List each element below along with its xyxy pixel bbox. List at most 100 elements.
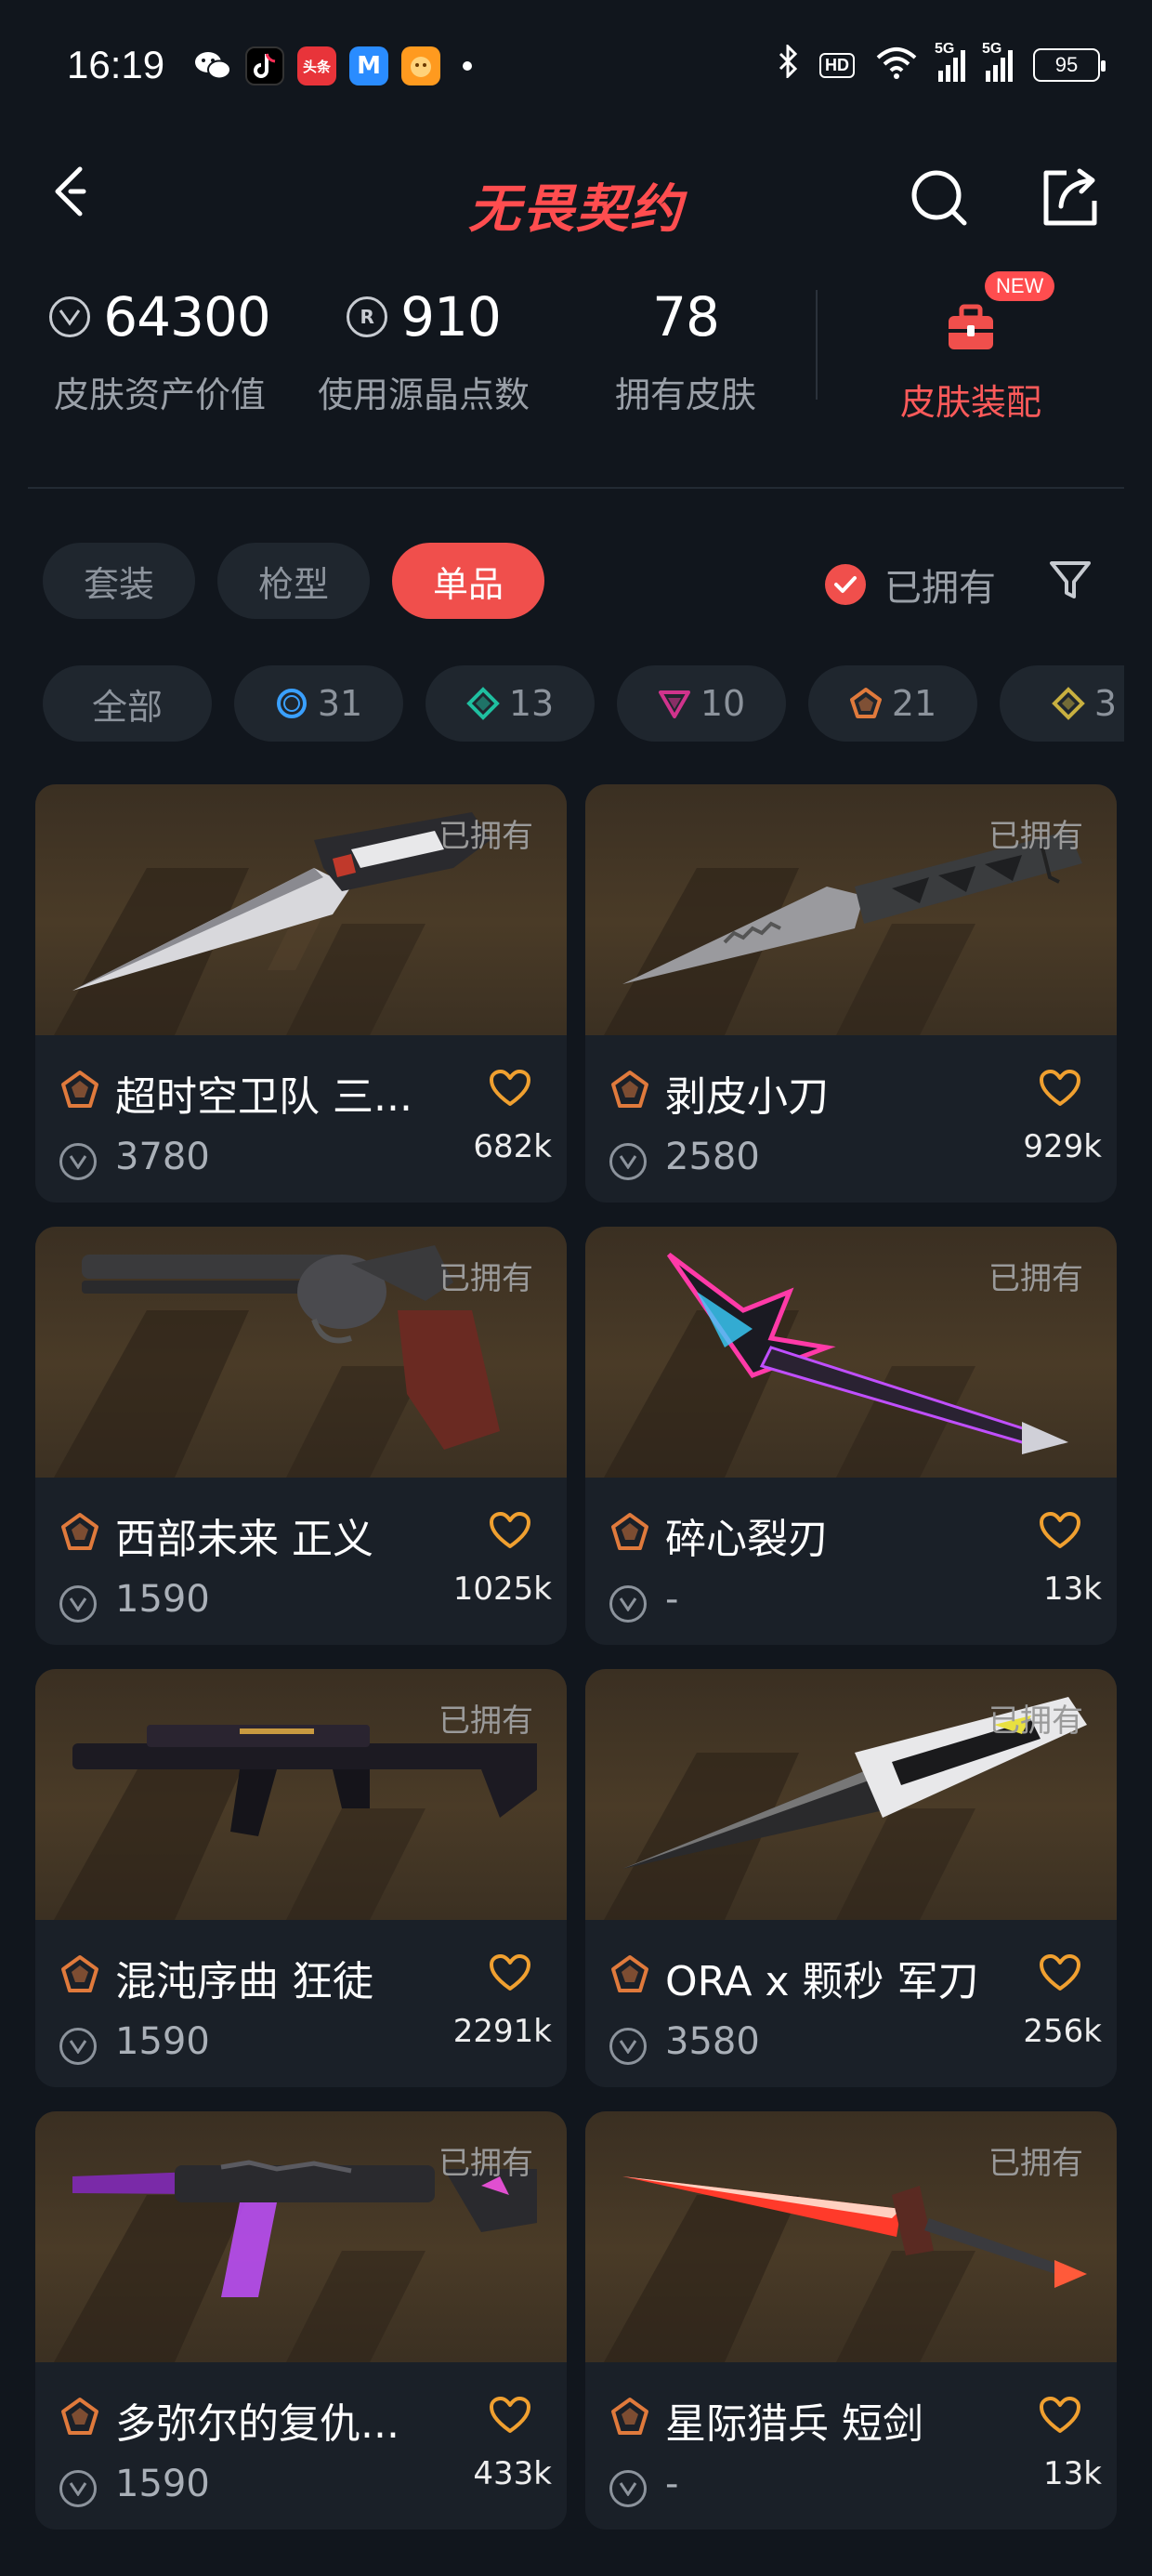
skin-card[interactable]: 已拥有 剥皮小刀 2580 929k (585, 784, 1117, 1203)
orange-app-icon (401, 46, 440, 85)
search-button[interactable] (909, 167, 970, 229)
owned-tag: 已拥有 (988, 2145, 1083, 2182)
heart-icon[interactable] (1039, 1511, 1081, 1550)
skin-price: 3580 (665, 2020, 760, 2063)
ultra-tier-icon (1052, 687, 1085, 720)
hd-icon: HD (819, 52, 855, 78)
exclusive-tier-icon (611, 2398, 648, 2435)
chip-select-tier[interactable]: 31 (234, 665, 403, 742)
asset-value: 64300 (103, 285, 271, 348)
chip-label: 3 (1093, 683, 1118, 724)
share-button[interactable] (1039, 167, 1100, 229)
skin-card[interactable]: 已拥有 多弥尔的复仇... 1590 433k (35, 2111, 567, 2530)
chip-ultra-tier[interactable]: 3 (1000, 665, 1124, 742)
vp-icon (59, 1585, 97, 1623)
skin-name: 混沌序曲 狂徒 (115, 1958, 373, 2005)
exclusive-tier-icon (61, 2398, 98, 2435)
skin-name: 西部未来 正义 (115, 1516, 373, 1563)
skin-image: 已拥有 (585, 1227, 1117, 1478)
skin-image: 已拥有 (585, 1669, 1117, 1920)
wechat-icon (193, 46, 232, 85)
premium-tier-icon (658, 690, 690, 718)
skin-card[interactable]: 已拥有 混沌序曲 狂徒 1590 2291k (35, 1669, 567, 2087)
tab-bundle[interactable]: 套装 (43, 543, 196, 619)
skin-card[interactable]: 已拥有 西部未来 正义 1590 1025k (35, 1227, 567, 1645)
chip-label: 10 (700, 683, 746, 724)
skin-info: 星际猎兵 短剑 - 13k (585, 2362, 1117, 2530)
heart-icon[interactable] (489, 2396, 531, 2435)
chip-all[interactable]: 全部 (43, 665, 212, 742)
vp-icon (609, 1585, 647, 1623)
heart-icon[interactable] (489, 1069, 531, 1108)
exclusive-tier-icon (61, 1071, 98, 1108)
stat-crystal-points: R 910 使用源晶点数 (312, 284, 535, 417)
checkmark-icon (825, 564, 866, 605)
select-tier-icon (276, 689, 307, 718)
skin-likes: 433k (473, 2455, 552, 2492)
filter-icon (1050, 561, 1091, 598)
heart-icon[interactable] (1039, 1953, 1081, 1992)
skin-likes: 2291k (452, 2013, 552, 2050)
status-bar: 16:19 头条 M HD 5G 5G 95 (0, 0, 1152, 139)
heart-icon[interactable] (489, 1511, 531, 1550)
heart-icon[interactable] (489, 1953, 531, 1992)
skin-image: 已拥有 (35, 784, 567, 1035)
asset-label: 皮肤资产价值 (53, 375, 266, 415)
exclusive-tier-icon (611, 1955, 648, 1992)
filter-button[interactable] (1048, 558, 1093, 602)
tab-single-item[interactable]: 单品 (392, 543, 545, 619)
skin-name: 超时空卫队 三... (115, 1073, 412, 1121)
skin-name: 星际猎兵 短剑 (665, 2400, 923, 2448)
skin-info: ORA x 颗秒 军刀 3580 256k (585, 1920, 1117, 2087)
outfit-button[interactable]: NEW 皮肤装配 (873, 271, 1068, 425)
skin-card[interactable]: 已拥有 碎心裂刃 - 13k (585, 1227, 1117, 1645)
vp-icon (59, 2470, 97, 2507)
exclusive-tier-icon (611, 1071, 648, 1108)
app-header: 无畏契约 (0, 130, 1152, 251)
skin-likes: 682k (473, 1128, 552, 1165)
skin-likes: 256k (1023, 2013, 1102, 2050)
skin-image: 已拥有 (585, 784, 1117, 1035)
skin-card[interactable]: 已拥有 星际猎兵 短剑 - 13k (585, 2111, 1117, 2530)
skins-owned-value: 78 (652, 285, 720, 348)
skin-price: 2580 (665, 1136, 760, 1178)
notification-dot (463, 61, 472, 71)
category-tabs: 套装 枪型 单品 (43, 543, 545, 619)
tab-weapon-type[interactable]: 枪型 (217, 543, 371, 619)
skin-image: 已拥有 (35, 2111, 567, 2362)
share-icon (1043, 168, 1097, 226)
skin-info: 碎心裂刃 - 13k (585, 1478, 1117, 1645)
skin-likes: 1025k (452, 1571, 552, 1608)
skin-price: - (665, 2463, 679, 2505)
crystal-points-value: 910 (400, 285, 502, 348)
chip-exclusive-tier[interactable]: 21 (808, 665, 977, 742)
chip-deluxe-tier[interactable]: 13 (425, 665, 595, 742)
owned-tag: 已拥有 (988, 1702, 1083, 1740)
skin-info: 多弥尔的复仇... 1590 433k (35, 2362, 567, 2530)
vp-icon (609, 1143, 647, 1180)
skin-price: 3780 (115, 1136, 210, 1178)
crystal-points-label: 使用源晶点数 (317, 375, 530, 415)
heart-icon[interactable] (1039, 1069, 1081, 1108)
m-app-icon: M (349, 46, 388, 85)
exclusive-tier-icon (61, 1955, 98, 1992)
section-divider (28, 487, 1124, 489)
heart-icon[interactable] (1039, 2396, 1081, 2435)
radianite-icon: R (347, 296, 388, 337)
signal-icon: 5G (935, 41, 965, 82)
skin-name: 碎心裂刃 (665, 1516, 829, 1563)
skin-card[interactable]: 已拥有 ORA x 颗秒 军刀 3580 256k (585, 1669, 1117, 2087)
chip-premium-tier[interactable]: 10 (617, 665, 786, 742)
owned-tag: 已拥有 (439, 2145, 533, 2182)
vp-icon (59, 1143, 97, 1180)
toutiao-icon: 头条 (297, 46, 336, 85)
skin-likes: 13k (1043, 2455, 1102, 2492)
skin-card[interactable]: 已拥有 超时空卫队 三... 3780 682k (35, 784, 567, 1203)
skin-likes: 13k (1043, 1571, 1102, 1608)
exclusive-tier-icon (611, 1513, 648, 1550)
owned-filter-toggle[interactable]: 已拥有 (825, 558, 996, 611)
chip-label: 全部 (91, 686, 163, 728)
skin-price: 1590 (115, 2020, 210, 2063)
exclusive-tier-icon (61, 1513, 98, 1550)
owned-tag: 已拥有 (988, 818, 1083, 855)
